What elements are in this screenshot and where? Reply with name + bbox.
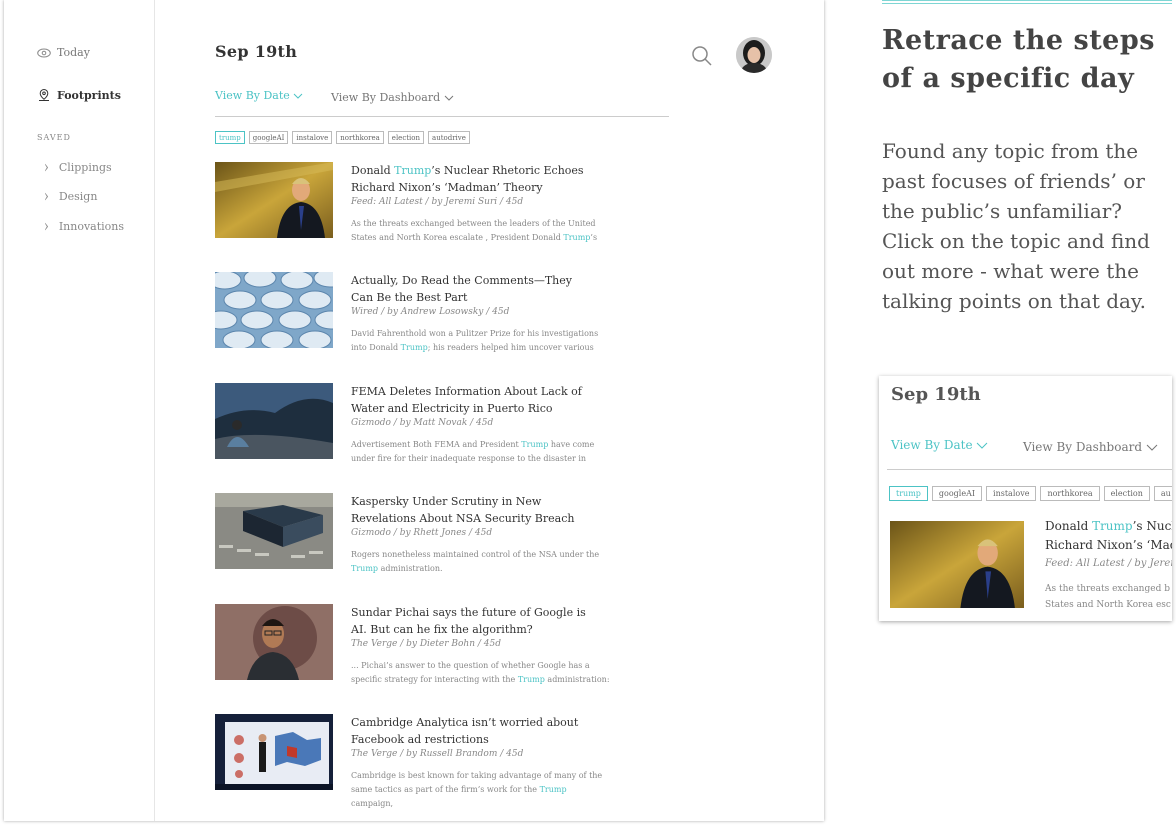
avatar[interactable] bbox=[736, 37, 772, 73]
chevron-right-icon: › bbox=[44, 157, 49, 177]
article-item[interactable]: FEMA Deletes Information About Lack of W… bbox=[215, 383, 655, 463]
nav-footprints-label: Footprints bbox=[57, 88, 121, 102]
app-window: Today Footprints SAVED › Clippings › Des… bbox=[4, 0, 824, 821]
preview-date-title: Sep 19th bbox=[891, 384, 981, 405]
article-excerpt: As the threats exchanged between the lea… bbox=[351, 219, 598, 242]
article-item[interactable]: Actually, Do Read the Comments—They Can … bbox=[215, 272, 655, 352]
preview-thumbnail bbox=[890, 521, 1024, 608]
article-excerpt: David Fahrenthold won a Pulitzer Prize f… bbox=[351, 329, 599, 352]
article-item[interactable]: Sundar Pichai says the future of Google … bbox=[215, 604, 655, 684]
tag-chip[interactable]: trump bbox=[215, 131, 245, 144]
saved-item-clippings[interactable]: › Clippings bbox=[44, 157, 112, 177]
tag-chip: instalove bbox=[986, 486, 1037, 501]
sidebar: Today Footprints SAVED › Clippings › Des… bbox=[4, 0, 155, 821]
article-title[interactable]: FEMA Deletes Information About Lack of W… bbox=[351, 383, 591, 417]
article-meta: Gizmodo / by Matt Novak / 45d bbox=[351, 418, 494, 428]
article-excerpt: Rogers nonetheless maintained control of… bbox=[351, 550, 600, 573]
saved-item-label: Clippings bbox=[58, 160, 112, 174]
search-icon[interactable] bbox=[691, 45, 713, 67]
article-excerpt: Advertisement Both FEMA and President Tr… bbox=[351, 440, 595, 463]
tag-chip: googleAI bbox=[931, 486, 983, 501]
user-photo bbox=[736, 37, 772, 73]
chevron-down-icon bbox=[977, 442, 988, 449]
article-thumbnail bbox=[215, 493, 333, 569]
saved-item-label: Innovations bbox=[58, 219, 125, 233]
article-thumbnail bbox=[215, 162, 333, 238]
article-thumbnail bbox=[215, 714, 333, 790]
article-meta: Gizmodo / by Rhett Jones / 45d bbox=[351, 528, 493, 538]
article-item[interactable]: Kaspersky Under Scrutiny in New Revelati… bbox=[215, 493, 655, 573]
preview-divider bbox=[887, 469, 1172, 470]
promo-heading: Retrace the steps of a specific day bbox=[882, 25, 1155, 94]
tag-chip[interactable]: autodrive bbox=[428, 131, 470, 144]
zoomed-preview: Sep 19th View By Date View By Dashboard … bbox=[879, 376, 1172, 621]
tag-chip[interactable]: northkorea bbox=[336, 131, 384, 144]
view-by-dashboard-label: View By Dashboard bbox=[331, 91, 441, 104]
article-title[interactable]: Sundar Pichai says the future of Google … bbox=[351, 604, 591, 638]
tag-chip: election bbox=[1103, 486, 1150, 501]
chevron-down-icon bbox=[1146, 444, 1158, 451]
tag-chip: au bbox=[1153, 486, 1172, 501]
saved-item-design[interactable]: › Design bbox=[44, 186, 98, 206]
preview-article-excerpt: As the threats exchanged b States and No… bbox=[1045, 584, 1171, 610]
article-excerpt: ... Pichai’s answer to the question of w… bbox=[351, 661, 610, 684]
tag-chip[interactable]: googleAI bbox=[248, 131, 289, 144]
chevron-right-icon: › bbox=[44, 216, 49, 236]
article-item[interactable]: Cambridge Analytica isn’t worried about … bbox=[215, 714, 655, 808]
preview-tag-list: trump googleAI instalove northkorea elec… bbox=[889, 486, 1172, 501]
tag-chip[interactable]: instalove bbox=[292, 131, 333, 144]
tag-list: trump googleAI instalove northkorea elec… bbox=[215, 131, 470, 144]
eye-icon bbox=[37, 48, 51, 57]
saved-item-innovations[interactable]: › Innovations bbox=[44, 216, 125, 236]
article-title[interactable]: Cambridge Analytica isn’t worried about … bbox=[351, 714, 591, 748]
accent-rule bbox=[882, 0, 1172, 4]
article-title[interactable]: Kaspersky Under Scrutiny in New Revelati… bbox=[351, 493, 591, 527]
article-item[interactable]: Donald Trump’s Nuclear Rhetoric Echoes R… bbox=[215, 162, 655, 242]
header-divider bbox=[215, 116, 669, 117]
page-title: Sep 19th bbox=[215, 42, 298, 61]
view-by-date-label: View By Date bbox=[215, 89, 290, 102]
article-meta: The Verge / by Russell Brandom / 45d bbox=[351, 749, 524, 759]
article-thumbnail bbox=[215, 383, 333, 459]
article-meta: Feed: All Latest / by Jeremi Suri / 45d bbox=[351, 197, 524, 207]
preview-article-title: Donald Trump’s Nucl Richard Nixon’s ‘Mad bbox=[1045, 519, 1172, 552]
view-by-date-tab[interactable]: View By Date bbox=[215, 89, 303, 102]
tag-chip: northkorea bbox=[1040, 486, 1100, 501]
location-pin-icon bbox=[39, 88, 49, 101]
chevron-down-icon bbox=[293, 93, 303, 99]
article-thumbnail bbox=[215, 604, 333, 680]
article-meta: The Verge / by Dieter Bohn / 45d bbox=[351, 639, 501, 649]
article-title[interactable]: Donald Trump’s Nuclear Rhetoric Echoes R… bbox=[351, 162, 591, 196]
nav-today-label: Today bbox=[57, 46, 90, 59]
preview-view-by-date: View By Date bbox=[891, 438, 988, 452]
preview-view-by-dashboard: View By Dashboard bbox=[1023, 440, 1158, 454]
article-meta: Wired / by Andrew Losowsky / 45d bbox=[351, 307, 510, 317]
promo-body: Found any topic from the past focuses of… bbox=[882, 139, 1150, 313]
article-excerpt: Cambridge is best known for taking advan… bbox=[351, 771, 603, 808]
chevron-right-icon: › bbox=[44, 186, 49, 206]
article-thumbnail bbox=[215, 272, 333, 348]
preview-article-meta: Feed: All Latest / by Jeren bbox=[1045, 558, 1172, 569]
nav-today[interactable]: Today bbox=[37, 46, 90, 59]
chevron-down-icon bbox=[444, 95, 453, 101]
tag-chip: trump bbox=[889, 486, 928, 501]
view-by-dashboard-tab[interactable]: View By Dashboard bbox=[331, 91, 454, 104]
article-title[interactable]: Actually, Do Read the Comments—They Can … bbox=[351, 272, 591, 306]
saved-section-label: SAVED bbox=[37, 133, 71, 142]
tag-chip[interactable]: election bbox=[387, 131, 425, 144]
saved-item-label: Design bbox=[58, 189, 98, 203]
nav-footprints[interactable]: Footprints bbox=[37, 88, 121, 102]
